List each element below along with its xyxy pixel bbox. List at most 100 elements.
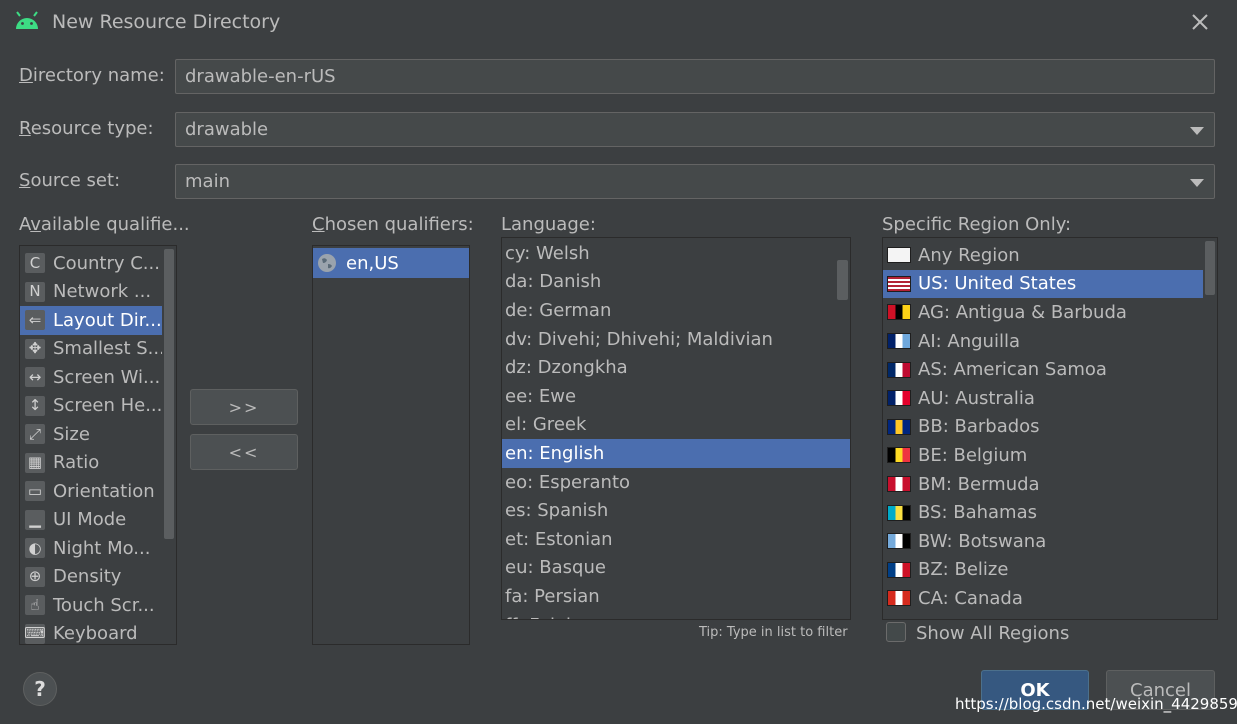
list-item[interactable]: eu: Basque [502,554,836,583]
list-item[interactable]: ff: Fulah [502,611,836,619]
region-list[interactable]: Any Region US: United States AG: Antigua &… [882,237,1218,620]
list-item[interactable]: dv: Divehi; Dhivehi; Maldivian [502,325,836,354]
list-item[interactable]: ⊕ Density [20,563,162,592]
flag-icon [887,590,911,607]
qualifier-label: Screen He... [53,395,162,417]
language-list[interactable]: cy: Welsh da: Danish de: German dv: Divehi;… [501,237,851,620]
region-label: AU: Australia [918,387,1035,409]
language-label: fa: Persian [505,585,600,607]
language-label: dz: Dzongkha [505,357,628,379]
list-item[interactable]: en: English [502,439,850,468]
list-item[interactable]: BW: Botswana [883,527,1203,556]
source-set-select[interactable]: main [175,164,1215,199]
flag-icon [887,418,911,435]
list-item[interactable]: ↕ Screen He... [20,392,162,421]
language-label: dv: Divehi; Dhivehi; Maldivian [505,328,773,350]
scrollbar-thumb[interactable] [164,249,174,539]
list-item[interactable]: BZ: Belize [883,556,1203,585]
qualifier-label: Layout Dir... [53,309,162,331]
list-item[interactable]: BB: Barbados [883,413,1203,442]
list-item[interactable]: dz: Dzongkha [502,353,836,382]
list-item[interactable]: ee: Ewe [502,382,836,411]
list-item[interactable]: BM: Bermuda [883,470,1203,499]
list-item[interactable]: AG: Antigua & Barbuda [883,298,1203,327]
language-label: de: German [505,299,612,321]
add-qualifier-button[interactable]: >> [190,389,298,425]
list-item[interactable]: CA: Canada [883,584,1203,613]
qualifier-label: Ratio [53,452,100,474]
list-item[interactable]: ▦ Ratio [20,449,162,478]
show-all-regions-checkbox[interactable] [886,622,906,642]
help-button[interactable]: ? [23,672,57,706]
show-all-regions-label: Show All Regions [916,623,1070,644]
qualifier-icon: ⊕ [25,566,45,587]
region-label: BS: Bahamas [918,502,1038,524]
directory-name-label: Directory name: [19,65,165,86]
scrollbar-thumb[interactable] [837,260,848,300]
title-bar: New Resource Directory [0,0,1237,44]
list-item[interactable]: ⤢ Size [20,420,162,449]
resource-type-select[interactable]: drawable [175,112,1215,147]
qualifier-label: Size [53,423,90,445]
qualifier-icon: ▦ [25,452,45,473]
available-qualifiers-label: Available qualifie... [19,214,190,235]
region-label: AI: Anguilla [918,330,1020,352]
list-item[interactable]: ☝ Touch Scr... [20,591,162,620]
list-item[interactable]: AI: Anguilla [883,327,1203,356]
list-item[interactable]: el: Greek [502,411,836,440]
qualifier-icon: ↔ [25,367,45,388]
list-item[interactable]: AS: American Samoa [883,355,1203,384]
chosen-qualifiers-list[interactable]: en,US [312,245,470,645]
qualifier-icon: C [25,253,45,274]
flag-icon [887,561,911,578]
chosen-qualifier-label: en,US [346,252,399,274]
close-icon[interactable] [1188,10,1212,34]
flag-icon [887,390,911,407]
list-item[interactable]: es: Spanish [502,496,836,525]
qualifier-label: Orientation [53,480,155,502]
list-item[interactable]: US: United States [883,269,1203,299]
available-qualifiers-list[interactable]: C Country C... N Network ... ⇐ Layout Dir... ✥… [19,245,177,645]
source-set-label: Source set: [19,170,121,191]
region-label: AG: Antigua & Barbuda [918,301,1127,323]
list-item[interactable]: en,US [313,248,469,278]
list-item[interactable]: ✥ Smallest S... [20,335,162,364]
qualifier-icon: ▭ [25,481,45,502]
list-item[interactable]: de: German [502,296,836,325]
language-label: ee: Ewe [505,385,577,407]
list-item[interactable]: ⇐ Layout Dir... [20,306,162,335]
region-label: US: United States [918,273,1077,295]
list-item[interactable]: Any Region [883,241,1203,270]
list-item[interactable]: ◐ Night Mo... [20,534,162,563]
region-label: BW: Botswana [918,530,1047,552]
list-item[interactable]: da: Danish [502,268,836,297]
list-item[interactable]: cy: Welsh [502,239,836,268]
language-label: el: Greek [505,414,587,436]
qualifier-label: Touch Scr... [53,594,155,616]
list-item[interactable]: et: Estonian [502,525,836,554]
list-item[interactable]: fa: Persian [502,582,836,611]
list-item[interactable]: BE: Belgium [883,441,1203,470]
resource-type-value: drawable [185,119,269,140]
qualifier-icon: N [25,281,45,302]
language-label: eo: Esperanto [505,471,631,493]
android-icon [16,11,38,29]
specific-region-label: Specific Region Only: [882,214,1072,235]
directory-name-input[interactable]: drawable-en-rUS [175,59,1215,94]
source-set-value: main [185,171,230,192]
list-item[interactable]: ↔ Screen Wi... [20,363,162,392]
list-item[interactable]: C Country C... [20,249,162,278]
list-item[interactable]: N Network ... [20,278,162,307]
list-item[interactable]: BS: Bahamas [883,498,1203,527]
remove-qualifier-button[interactable]: << [190,434,298,470]
list-item[interactable]: eo: Esperanto [502,468,836,497]
qualifier-icon: ◐ [25,538,45,559]
qualifier-icon: ⇐ [25,310,45,331]
list-item[interactable]: ▭ Orientation [20,477,162,506]
list-item[interactable]: ▁ UI Mode [20,506,162,535]
qualifier-label: Smallest S... [53,338,162,360]
list-item[interactable]: ⌨ Keyboard [20,620,162,644]
language-label: eu: Basque [505,557,606,579]
scrollbar-thumb[interactable] [1205,241,1215,295]
list-item[interactable]: AU: Australia [883,384,1203,413]
